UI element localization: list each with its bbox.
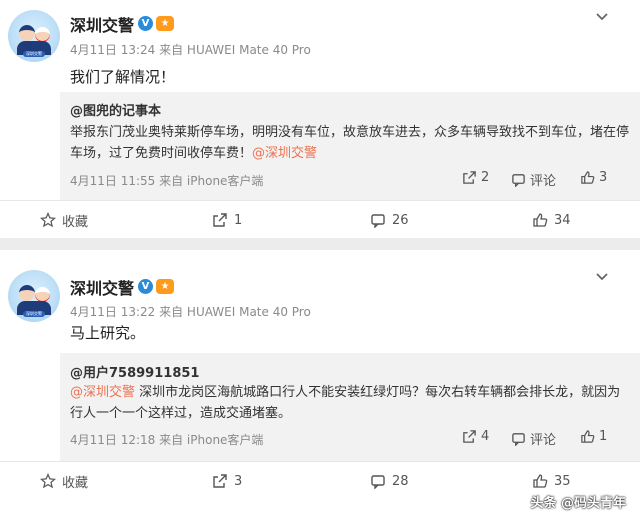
author-name[interactable]: 深圳交警 (70, 275, 134, 299)
post-content: 我们了解情况！ (70, 68, 176, 86)
quoted-post[interactable]: @图兜的记事本 举报东门茂业奥特莱斯停车场，明明没有车位，故意放车进去，众多车辆… (60, 92, 640, 200)
post-action-bar: 收藏 1 26 34 (0, 200, 640, 238)
favorite-label: 收藏 (62, 475, 89, 491)
comment-button[interactable]: 26 (370, 201, 409, 239)
avatar[interactable]: 深圳交警 (8, 10, 60, 62)
post-content: 马上研究。 (70, 324, 146, 342)
repost-icon (213, 213, 227, 227)
favorite-button[interactable]: 收藏 (40, 201, 88, 239)
quoted-body: 举报东门茂业奥特莱斯停车场，明明没有车位，故意放车进去，众多车辆导致找不到车位，… (70, 125, 630, 161)
verified-icon: V (138, 279, 153, 294)
quoted-meta: 4月11日 12:18 来自 iPhone客户端 (70, 433, 264, 447)
repost-icon (463, 430, 476, 443)
verified-icon: V (138, 16, 153, 31)
like-count: 34 (554, 212, 571, 228)
repost-button[interactable]: 3 (212, 462, 242, 500)
author-name[interactable]: 深圳交警 (70, 12, 134, 36)
quoted-comment-button[interactable]: 评论 (511, 170, 556, 189)
quoted-body: 深圳市龙岗区海航城路口行人不能安装红绿灯吗？每次右转车辆都会排长龙，就因为行人一… (70, 385, 621, 421)
thumbs-up-icon (581, 171, 595, 184)
quoted-repost-button[interactable]: 4 (462, 429, 489, 444)
quoted-comment-button[interactable]: 评论 (511, 429, 556, 448)
star-icon (40, 473, 56, 489)
quoted-repost-count: 2 (481, 170, 490, 185)
watermark: 头条 @码头青年 (530, 496, 626, 511)
thumbs-up-icon (533, 213, 548, 227)
comment-icon (512, 174, 525, 187)
like-button[interactable]: 34 (532, 201, 571, 239)
comment-icon (371, 214, 385, 228)
repost-count: 1 (234, 212, 243, 228)
quoted-repost-count: 4 (481, 429, 490, 444)
weibo-post-1: 深圳交警 深圳交警 V ★ 4月11日 13:24 来自 HUAWEI Mate… (0, 0, 640, 238)
favorite-button[interactable]: 收藏 (40, 462, 88, 500)
mention-link[interactable]: @深圳交警 (252, 146, 317, 161)
quoted-repost-button[interactable]: 2 (462, 170, 489, 185)
comment-icon (512, 433, 525, 446)
comment-button[interactable]: 28 (370, 462, 409, 500)
quoted-like-count: 3 (599, 170, 608, 185)
quoted-post[interactable]: @用户7589911851 @深圳交警 深圳市龙岗区海航城路口行人不能安装红绿灯… (60, 353, 640, 462)
repost-button[interactable]: 1 (212, 201, 242, 239)
like-count: 35 (554, 473, 571, 489)
avatar-caption: 深圳交警 (23, 311, 45, 317)
quoted-user[interactable]: @图兜的记事本 (70, 100, 161, 119)
quoted-comment-label: 评论 (530, 174, 557, 189)
quoted-user[interactable]: @用户7589911851 (70, 362, 199, 381)
avatar[interactable]: 深圳交警 (8, 270, 60, 322)
comment-count: 28 (392, 473, 409, 489)
post-meta: 4月11日 13:22 来自 HUAWEI Mate 40 Pro (70, 305, 311, 319)
comment-count: 26 (392, 212, 409, 228)
post-meta: 4月11日 13:24 来自 HUAWEI Mate 40 Pro (70, 43, 311, 57)
thumbs-up-icon (533, 474, 548, 488)
chevron-down-icon[interactable] (594, 8, 610, 24)
mention-link[interactable]: @深圳交警 (70, 385, 135, 400)
quoted-like-button[interactable]: 3 (580, 170, 607, 185)
star-icon (40, 212, 56, 228)
repost-icon (463, 171, 476, 184)
medal-icon: ★ (156, 16, 174, 31)
medal-icon: ★ (156, 279, 174, 294)
quoted-comment-label: 评论 (530, 433, 557, 448)
quoted-meta: 4月11日 11:55 来自 iPhone客户端 (70, 174, 264, 188)
repost-icon (213, 474, 227, 488)
repost-count: 3 (234, 473, 243, 489)
quoted-like-button[interactable]: 1 (580, 429, 607, 444)
quoted-text: 举报东门茂业奥特莱斯停车场，明明没有车位，故意放车进去，众多车辆导致找不到车位，… (70, 122, 630, 164)
weibo-post-2: 深圳交警 深圳交警 V ★ 4月11日 13:22 来自 HUAWEI Mate… (0, 250, 640, 515)
quoted-like-count: 1 (599, 429, 608, 444)
favorite-label: 收藏 (62, 214, 89, 230)
avatar-caption: 深圳交警 (23, 51, 45, 57)
thumbs-up-icon (581, 430, 595, 443)
comment-icon (371, 475, 385, 489)
chevron-down-icon[interactable] (594, 268, 610, 284)
quoted-text: @深圳交警 深圳市龙岗区海航城路口行人不能安装红绿灯吗？每次右转车辆都会排长龙，… (70, 382, 630, 424)
